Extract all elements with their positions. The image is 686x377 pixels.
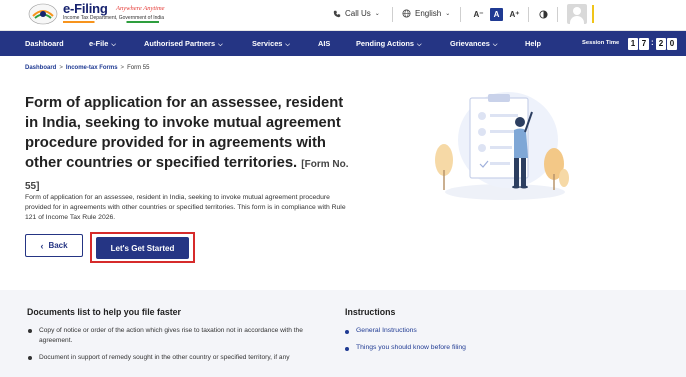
documents-instructions-section: Documents list to help you file faster C…: [0, 290, 686, 377]
chevron-right-icon: >: [120, 65, 125, 71]
session-digit: 0: [667, 38, 677, 50]
breadcrumb-dashboard[interactable]: Dashboard: [25, 65, 56, 71]
contrast-icon[interactable]: [539, 10, 548, 19]
main-navbar: Dashboard e-File ⌵ Authorised Partners ⌵ S…: [0, 31, 686, 56]
nav-ais[interactable]: AIS: [318, 31, 330, 56]
session-colon: :: [651, 38, 654, 47]
session-time-label: Session Time: [582, 40, 620, 46]
nav-label: Authorised Partners: [144, 39, 216, 48]
nav-label: AIS: [318, 39, 331, 48]
start-button-highlight: Let's Get Started: [90, 232, 195, 263]
back-button-label: Back: [48, 241, 68, 250]
chevron-down-icon: ⌄: [374, 11, 380, 17]
chevron-right-icon: >: [59, 65, 63, 71]
nav-label: Services: [252, 39, 283, 48]
logo-title[interactable]: e-Filing: [63, 1, 108, 16]
breadcrumb-current: Form 55: [127, 65, 150, 71]
header-divider: [392, 7, 393, 22]
document-list-item: Document in support of remedy sought in …: [28, 353, 328, 363]
globe-icon: [402, 9, 411, 18]
chevron-down-icon: ⌵: [111, 42, 116, 48]
chevron-down-icon: ⌵: [417, 42, 422, 48]
nav-services[interactable]: Services ⌵: [252, 31, 290, 56]
session-digit: 7: [639, 38, 649, 50]
nav-dashboard[interactable]: Dashboard: [25, 31, 64, 56]
instructions-title: Instructions: [345, 307, 396, 317]
chevron-left-icon: ‹: [40, 240, 44, 251]
font-increase-button[interactable]: A⁺: [508, 8, 521, 21]
chevron-down-icon: ⌄: [445, 11, 451, 17]
nav-grievances[interactable]: Grievances ⌵: [450, 31, 497, 56]
session-digit: 1: [628, 38, 638, 50]
font-normal-button[interactable]: A: [490, 8, 503, 21]
nav-label: Dashboard: [25, 39, 64, 48]
document-list-item: Copy of notice or order of the action wh…: [28, 326, 328, 345]
back-button[interactable]: ‹ Back: [25, 234, 83, 257]
nav-label: e-File: [89, 39, 109, 48]
header-divider: [528, 7, 529, 22]
nav-pending-actions[interactable]: Pending Actions ⌵: [356, 31, 422, 56]
session-digit: 2: [656, 38, 666, 50]
form-illustration: [435, 92, 569, 200]
form-description: Form of application for an assessee, res…: [25, 194, 346, 221]
nav-label: Help: [525, 39, 542, 48]
general-instructions-link[interactable]: General Instructions: [345, 327, 417, 334]
documents-list-title: Documents list to help you file faster: [27, 307, 181, 317]
header-divider: [460, 7, 461, 22]
nav-authorised-partners[interactable]: Authorised Partners ⌵: [144, 31, 223, 56]
nav-label: Pending Actions: [356, 39, 415, 48]
header-divider: [557, 7, 558, 22]
chevron-down-icon: ⌵: [492, 42, 498, 48]
chevron-down-icon: ⌵: [285, 42, 290, 48]
emblem-logo-icon[interactable]: [27, 2, 59, 26]
language-selector[interactable]: English ⌄: [402, 9, 450, 18]
breadcrumb: Dashboard > Income-tax Forms > Form 55: [25, 65, 149, 71]
nav-help[interactable]: Help: [525, 31, 541, 56]
language-label: English: [415, 9, 442, 18]
top-header: e-Filing Anywhere Anytime Income Tax Dep…: [0, 0, 686, 31]
logo-tagline: Anywhere Anytime: [116, 5, 165, 12]
call-us-label: Call Us: [345, 9, 371, 18]
things-to-know-link[interactable]: Things you should know before filing: [345, 344, 466, 351]
phone-icon: [333, 10, 341, 17]
breadcrumb-income-tax-forms[interactable]: Income-tax Forms: [66, 65, 118, 71]
chevron-down-icon: ⌵: [218, 42, 223, 48]
font-decrease-button[interactable]: A⁻: [472, 8, 485, 21]
form-hero-section: Dashboard > Income-tax Forms > Form 55 F…: [0, 56, 686, 286]
nav-e-file[interactable]: e-File ⌵: [89, 31, 116, 56]
nav-label: Grievances: [450, 39, 490, 48]
profile-indicator: [592, 5, 594, 23]
user-avatar-icon[interactable]: [567, 4, 587, 24]
call-us-button[interactable]: Call Us ⌄: [333, 9, 380, 18]
tricolor-divider: [63, 21, 159, 23]
page-title-text: Form of application for an assessee, res…: [25, 95, 344, 171]
lets-get-started-button[interactable]: Let's Get Started: [96, 237, 189, 259]
page-title: Form of application for an assessee, res…: [25, 93, 355, 197]
